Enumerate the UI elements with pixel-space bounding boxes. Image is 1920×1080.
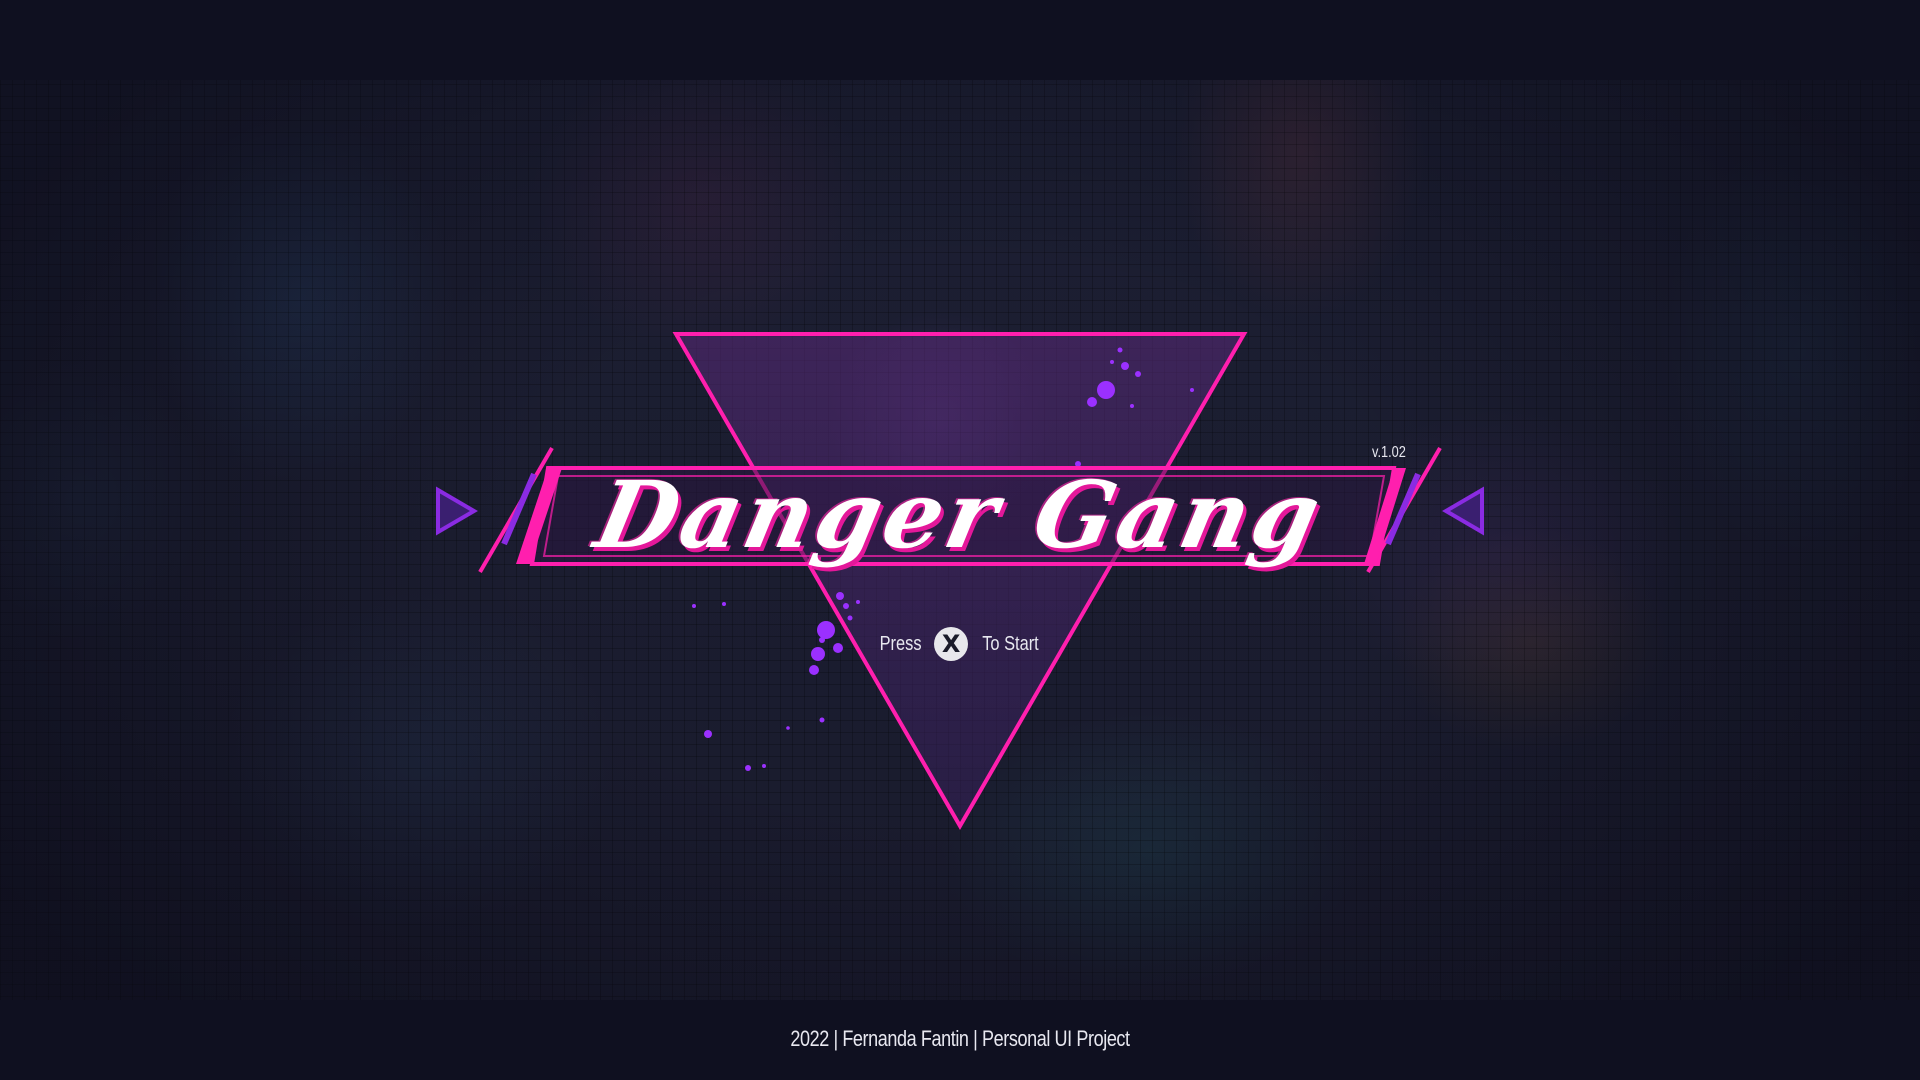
triangle-right-icon [436,486,478,536]
x-button-glyph: X [941,630,961,658]
footer-credits: 2022 | Fernanda Fantin | Personal UI Pro… [790,1026,1130,1051]
version-label: v.1.02 [1372,444,1406,461]
title-screen: Danger Gang v.1.02 Press X To Start 2022… [0,0,1920,1080]
x-button-icon[interactable]: X [934,627,969,661]
press-label: Press [879,632,922,655]
to-start-label: To Start [982,632,1039,655]
press-to-start-prompt[interactable]: Press X To Start [860,624,1060,664]
game-title: Danger Gang [586,461,1333,569]
triangle-left-icon [1442,486,1484,536]
